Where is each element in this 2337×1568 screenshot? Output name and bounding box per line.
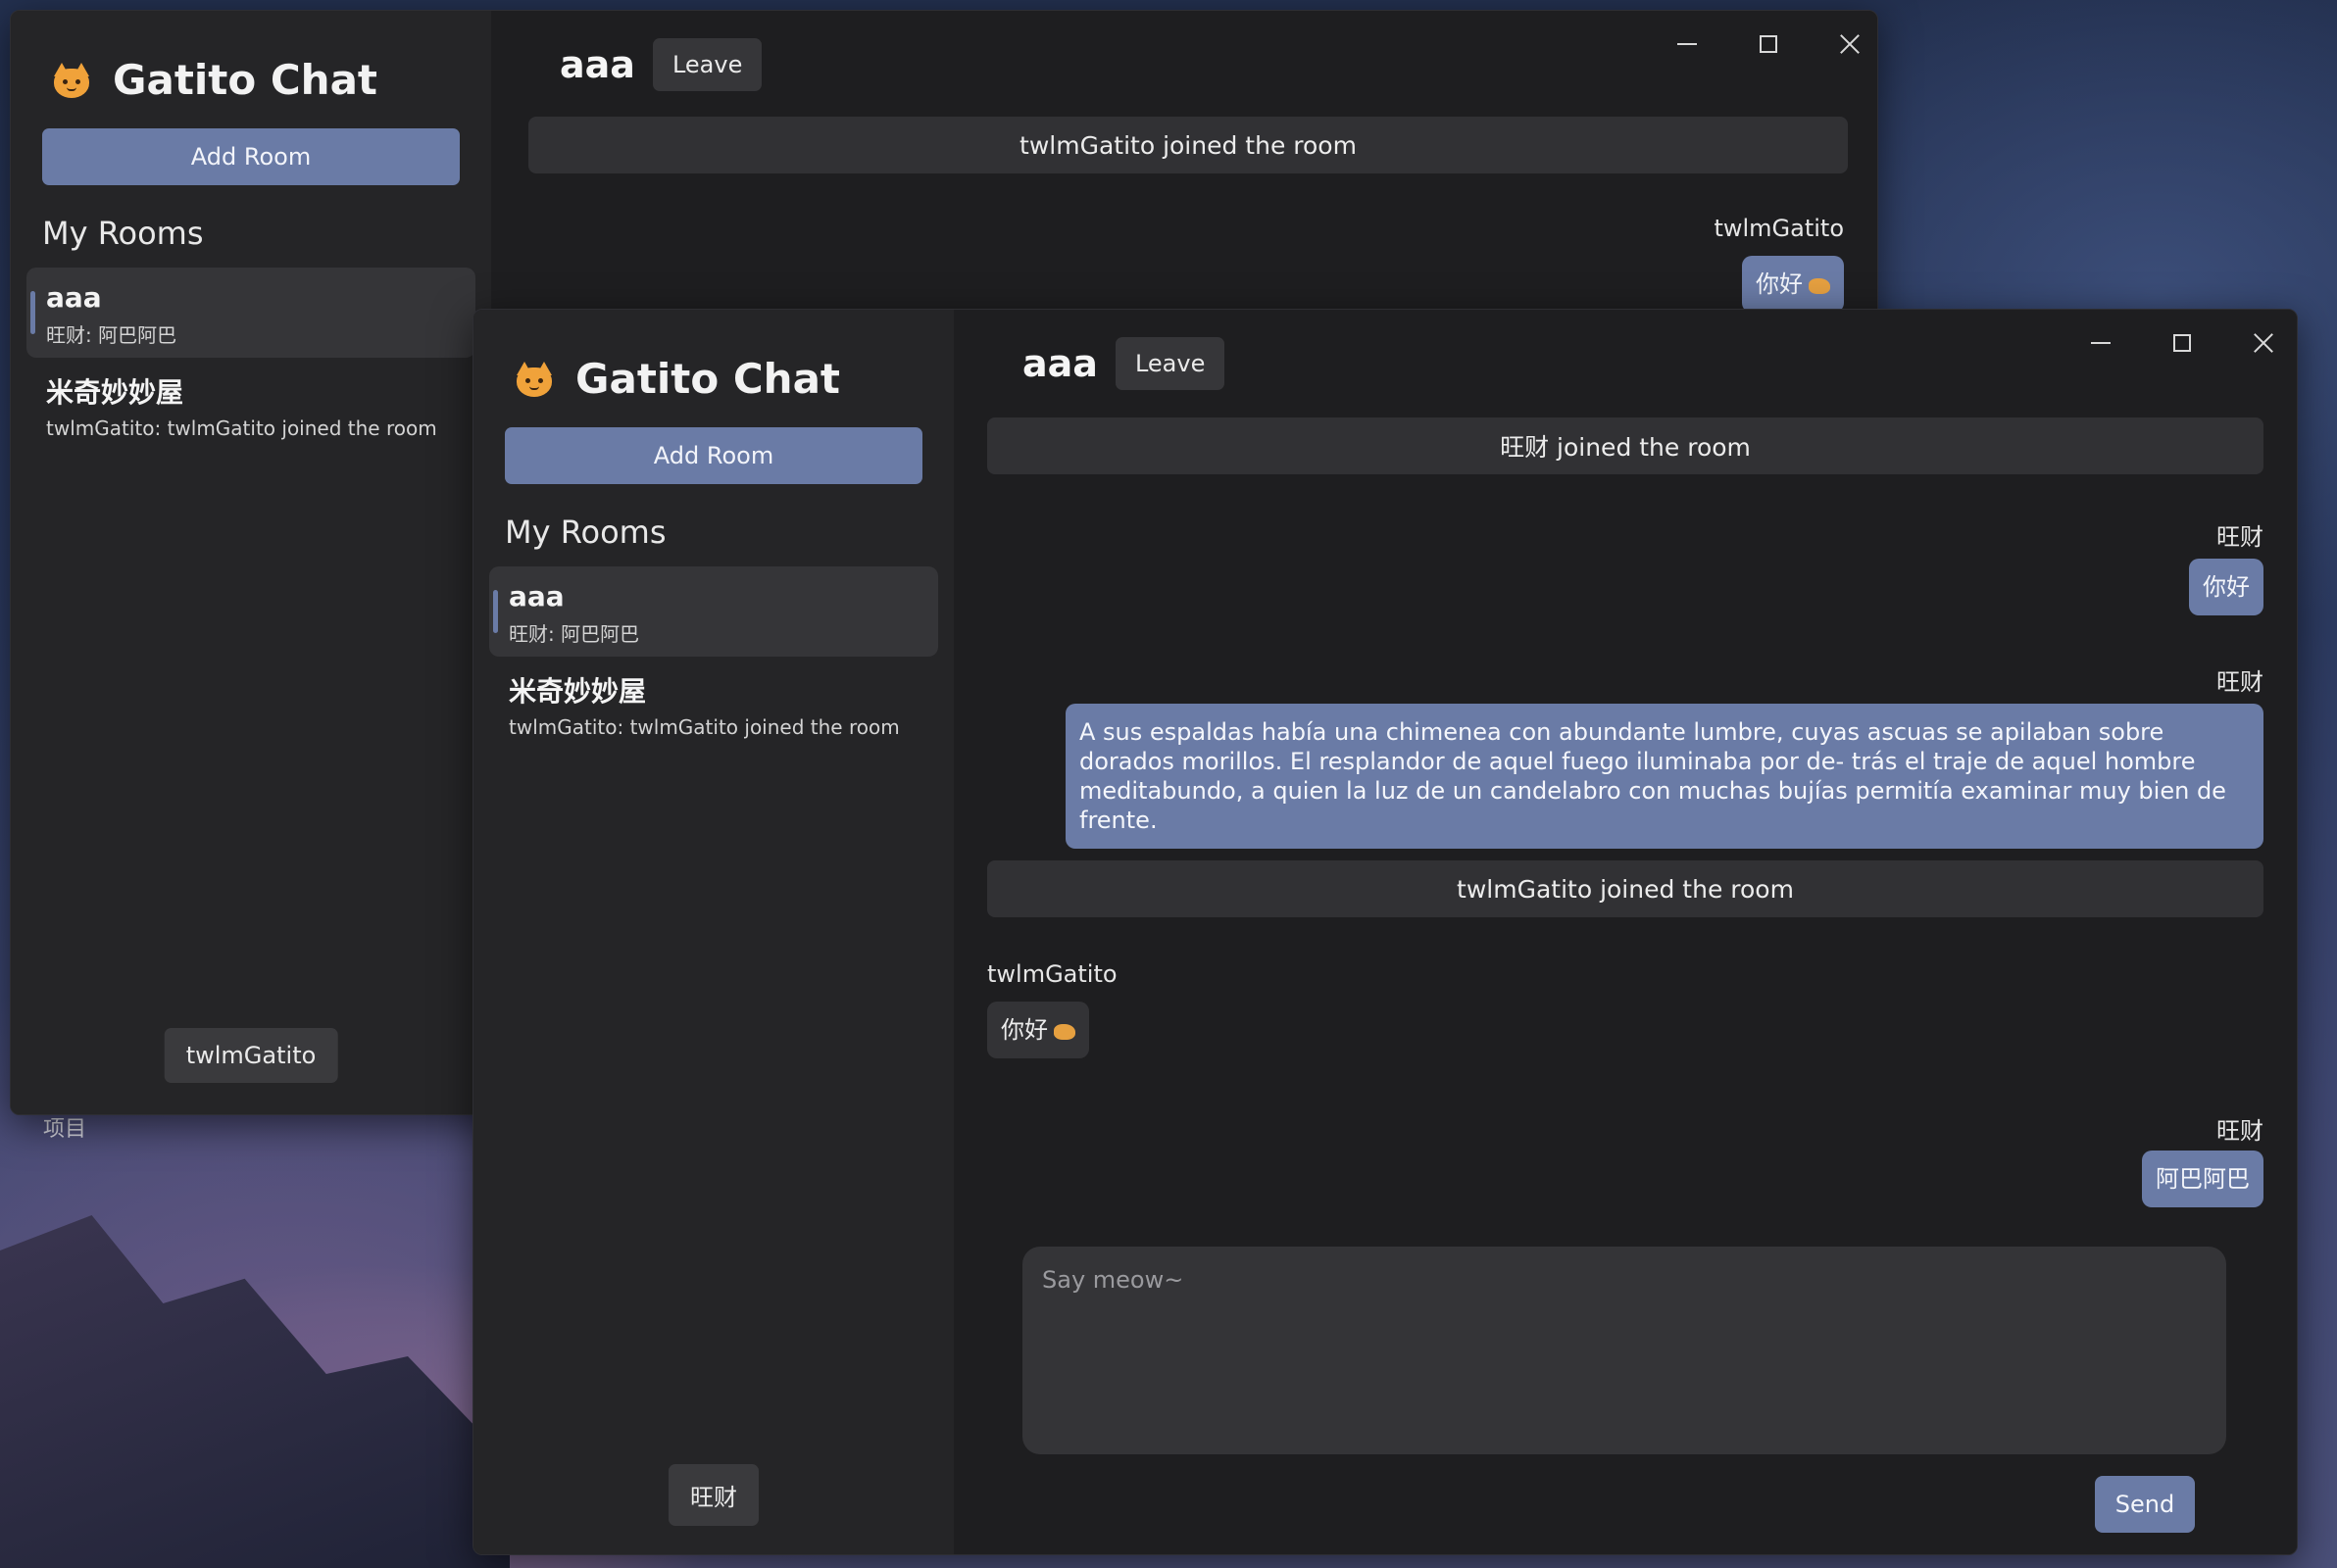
message-bubble: 你好 [1742, 256, 1844, 313]
brand: Gatito Chat [513, 355, 840, 403]
close-button[interactable] [2244, 323, 2283, 363]
current-user-button[interactable]: 旺财 [669, 1464, 759, 1526]
maximize-icon [2173, 334, 2191, 352]
current-user-button[interactable]: twlmGatito [164, 1028, 338, 1083]
cat-logo-icon [50, 61, 93, 100]
desktop-icon-label[interactable]: 项目 [43, 1111, 86, 1143]
room-preview: 旺财: 阿巴阿巴 [46, 323, 177, 347]
maximize-icon [1760, 35, 1777, 53]
app-title: Gatito Chat [113, 56, 377, 104]
system-message: twlmGatito joined the room [987, 860, 2263, 917]
minimize-icon [2091, 342, 2111, 344]
active-room-indicator [493, 590, 498, 633]
room-title: aaa [560, 43, 635, 86]
maximize-button[interactable] [2163, 323, 2202, 363]
message-sender: 旺财 [2216, 1117, 2263, 1145]
close-icon [1839, 33, 1861, 55]
room-item-miqi[interactable]: 米奇妙妙屋 twlmGatito: twlmGatito joined the … [489, 657, 938, 747]
room-item-aaa[interactable]: aaa 旺财: 阿巴阿巴 [489, 566, 938, 657]
chat-header: aaa Leave [1022, 337, 1225, 390]
room-item-miqi[interactable]: 米奇妙妙屋 twlmGatito: twlmGatito joined the … [26, 358, 475, 448]
minimize-button[interactable] [2081, 323, 2120, 363]
room-preview: 旺财: 阿巴阿巴 [509, 622, 640, 646]
room-name: aaa [46, 281, 102, 314]
my-rooms-heading: My Rooms [42, 215, 204, 252]
room-title: aaa [1022, 342, 1098, 385]
cat-emoji-icon [1054, 1024, 1075, 1040]
close-icon [2253, 332, 2274, 354]
cat-emoji-icon [1809, 278, 1830, 294]
message-sender: twlmGatito [987, 960, 1118, 988]
message-input[interactable] [1022, 1247, 2226, 1454]
room-name: aaa [509, 580, 565, 612]
desktop-wallpaper [0, 1215, 510, 1568]
app-title: Gatito Chat [575, 355, 840, 403]
message-bubble: A sus espaldas había una chimenea con ab… [1066, 704, 2263, 849]
minimize-icon [1677, 43, 1697, 45]
my-rooms-heading: My Rooms [505, 514, 667, 551]
room-preview: twlmGatito: twlmGatito joined the room [509, 715, 900, 739]
message-bubble: 你好 [987, 1002, 1089, 1058]
sidebar: Gatito Chat Add Room My Rooms aaa 旺财: 阿巴… [11, 11, 491, 1114]
system-message: 旺财 joined the room [987, 417, 2263, 474]
room-item-aaa[interactable]: aaa 旺财: 阿巴阿巴 [26, 268, 475, 358]
room-preview: twlmGatito: twlmGatito joined the room [46, 416, 437, 440]
maximize-button[interactable] [1749, 24, 1788, 64]
message-sender: 旺财 [2216, 668, 2263, 696]
add-room-button[interactable]: Add Room [505, 427, 922, 484]
room-name: 米奇妙妙屋 [509, 675, 647, 708]
leave-button[interactable]: Leave [1115, 337, 1225, 390]
send-button[interactable]: Send [2095, 1476, 2195, 1533]
leave-button[interactable]: Leave [652, 38, 763, 91]
add-room-button[interactable]: Add Room [42, 128, 460, 185]
front-chat-window: Gatito Chat Add Room My Rooms aaa 旺财: 阿巴… [472, 309, 2298, 1555]
message-sender: 旺财 [2216, 523, 2263, 551]
close-button[interactable] [1830, 24, 1869, 64]
message-bubble: 阿巴阿巴 [2142, 1151, 2263, 1207]
message-bubble: 你好 [2189, 559, 2263, 615]
chat-panel: aaa Leave 旺财 joined the room 旺财 你好 旺财 A … [954, 310, 2297, 1554]
system-message: twlmGatito joined the room [528, 117, 1848, 173]
brand: Gatito Chat [50, 56, 377, 104]
minimize-button[interactable] [1667, 24, 1707, 64]
message-sender: twlmGatito [1714, 215, 1844, 242]
cat-logo-icon [513, 360, 556, 399]
active-room-indicator [30, 291, 35, 334]
sidebar: Gatito Chat Add Room My Rooms aaa 旺财: 阿巴… [473, 310, 954, 1554]
room-name: 米奇妙妙屋 [46, 376, 184, 409]
chat-header: aaa Leave [560, 38, 763, 91]
